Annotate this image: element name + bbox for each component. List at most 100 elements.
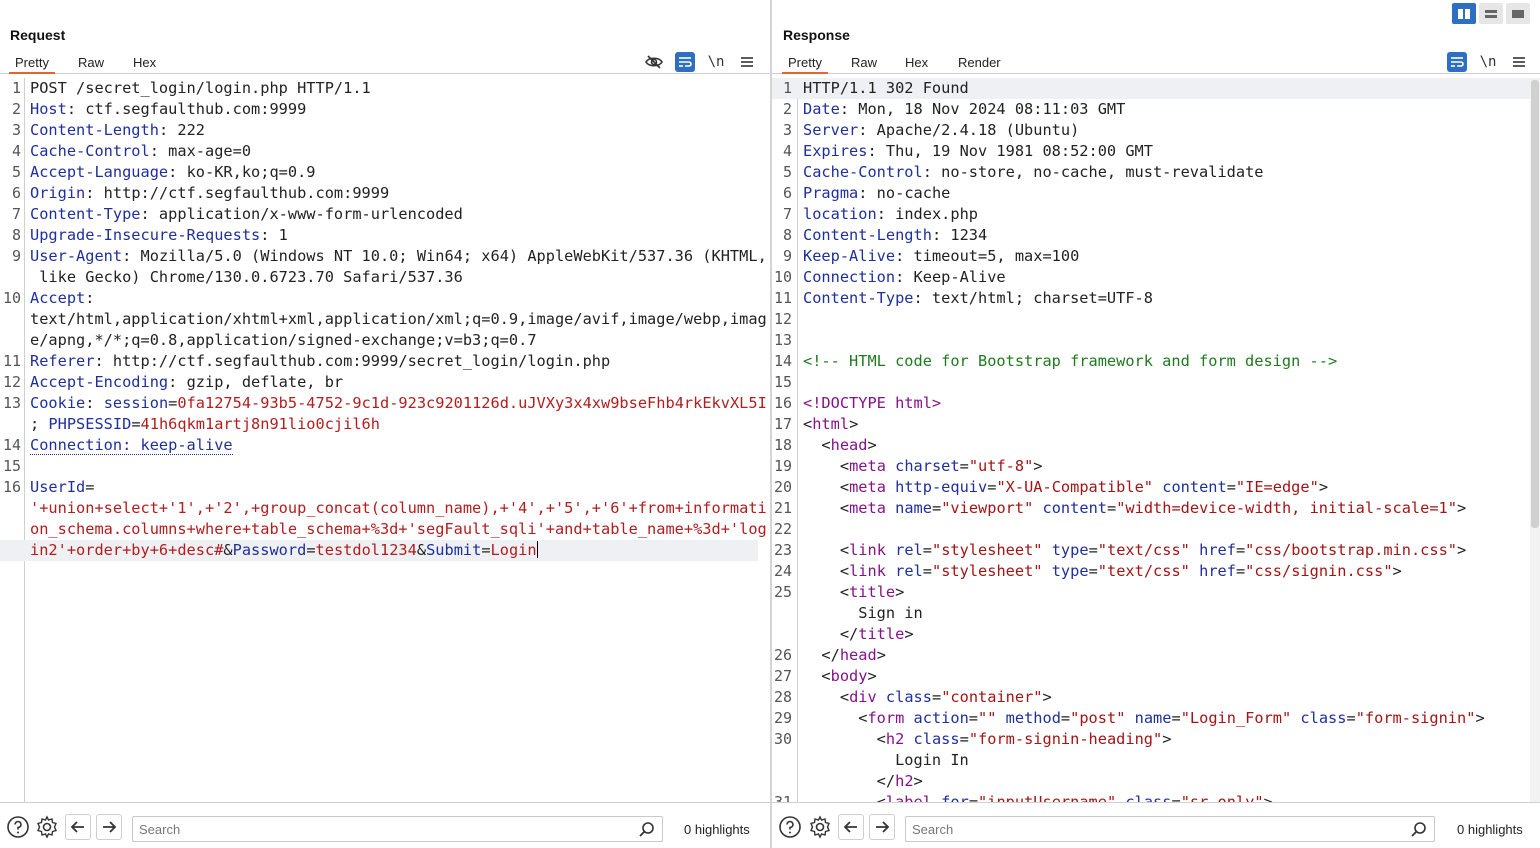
- response-line[interactable]: 7 location: index.php: [772, 204, 1540, 225]
- request-line[interactable]: 5 Accept-Language: ko-KR,ko;q=0.9: [0, 162, 770, 183]
- response-menu-button[interactable]: [1509, 52, 1529, 72]
- response-line[interactable]: 6 Pragma: no-cache: [772, 183, 1540, 204]
- response-line[interactable]: 4 Expires: Thu, 19 Nov 1981 08:52:00 GMT: [772, 141, 1540, 162]
- request-tab-raw[interactable]: Raw: [72, 55, 110, 74]
- response-scrollbar[interactable]: [1530, 78, 1540, 802]
- request-line[interactable]: '+union+select+'1',+'2',+group_concat(co…: [0, 498, 770, 519]
- search-icon[interactable]: [638, 821, 656, 839]
- request-line[interactable]: 7 Content-Type: application/x-www-form-ur…: [0, 204, 770, 225]
- response-line[interactable]: 29 <form action="" method="post" name="L…: [772, 708, 1540, 729]
- request-line[interactable]: 1 POST /secret_login/login.php HTTP/1.1: [0, 78, 770, 99]
- response-tab-hex[interactable]: Hex: [899, 55, 934, 74]
- response-line[interactable]: 21 <meta name="viewport" content="width=…: [772, 498, 1540, 519]
- request-line[interactable]: 14 Connection: keep-alive: [0, 435, 770, 456]
- response-line[interactable]: 15: [772, 372, 1540, 393]
- request-line[interactable]: 2 Host: ctf.segfaulthub.com:9999: [0, 99, 770, 120]
- response-editor[interactable]: 1 HTTP/1.1 302 Found 2 Date: Mon, 18 Nov 20…: [772, 78, 1540, 802]
- response-line[interactable]: Sign in: [772, 603, 1540, 624]
- request-menu-button[interactable]: [737, 52, 757, 72]
- request-line[interactable]: in2'+order+by+6+desc#&Password=testdol12…: [0, 540, 758, 561]
- code-token: Content-Length: [30, 121, 159, 139]
- request-search-input[interactable]: [139, 820, 619, 838]
- request-line[interactable]: 16 UserId=: [0, 477, 770, 498]
- code-token: meta: [849, 499, 886, 517]
- show-newlines-toggle[interactable]: \n: [706, 52, 726, 72]
- response-line[interactable]: 20 <meta http-equiv = "X-UA-Compatible" co…: [772, 477, 1540, 498]
- request-line[interactable]: 15: [0, 456, 770, 477]
- request-editor[interactable]: 1 POST /secret_login/login.php HTTP/1.1 2 H…: [0, 78, 770, 802]
- code-token: : timeout=5, max=100: [895, 247, 1080, 265]
- response-tab-raw[interactable]: Raw: [845, 55, 883, 74]
- response-back-button[interactable]: [838, 814, 864, 840]
- layout-tabs-button[interactable]: [1506, 3, 1530, 24]
- request-tab-pretty[interactable]: Pretty: [9, 55, 55, 74]
- request-line[interactable]: 11 Referer: http://ctf.segfaulthub.com:99…: [0, 351, 770, 372]
- hide-non-printing-toggle[interactable]: [644, 52, 664, 72]
- request-line[interactable]: 3 Content-Length: 222: [0, 120, 770, 141]
- layout-stacked-button[interactable]: [1479, 3, 1503, 24]
- response-line[interactable]: 13: [772, 330, 1540, 351]
- response-show-newlines-toggle[interactable]: \n: [1478, 52, 1498, 72]
- response-line[interactable]: 14 <!-- HTML code for Bootstrap framework…: [772, 351, 1540, 372]
- line-code: Expires: Thu, 19 Nov 1981 08:52:00 GMT: [803, 141, 1153, 162]
- response-line[interactable]: 18 <head>: [772, 435, 1540, 456]
- response-line[interactable]: 23 <link rel="stylesheet" type="text/css…: [772, 540, 1540, 561]
- response-tab-render[interactable]: Render: [952, 55, 1007, 74]
- code-token: >: [1042, 688, 1052, 706]
- code-token: "IE=edge": [1235, 478, 1319, 496]
- request-line[interactable]: 4 Cache-Control: max-age=0: [0, 141, 770, 162]
- request-forward-button[interactable]: [96, 814, 122, 840]
- request-line[interactable]: 10 Accept:: [0, 288, 770, 309]
- response-line[interactable]: 1 HTTP/1.1 302 Found: [772, 78, 1540, 99]
- request-line[interactable]: 13 Cookie: session=0fa12754-93b5-4752-9c1…: [0, 393, 770, 414]
- word-wrap-toggle[interactable]: [675, 52, 695, 72]
- response-line[interactable]: 28 <div class="container">: [772, 687, 1540, 708]
- response-line[interactable]: 26 </head>: [772, 645, 1540, 666]
- code-token: =: [85, 478, 95, 496]
- response-line[interactable]: 17 <html>: [772, 414, 1540, 435]
- request-line[interactable]: like Gecko) Chrome/130.0.6723.70 Safari/…: [0, 267, 770, 288]
- response-line[interactable]: 19 <meta charset="utf-8">: [772, 456, 1540, 477]
- response-line[interactable]: Login In: [772, 750, 1540, 771]
- request-help-button[interactable]: [5, 814, 31, 840]
- request-line[interactable]: 12 Accept-Encoding: gzip, deflate, br: [0, 372, 770, 393]
- layout-side-by-side-button[interactable]: [1452, 3, 1476, 24]
- response-line[interactable]: 11 Content-Type: text/html; charset=UTF-8: [772, 288, 1540, 309]
- request-settings-button[interactable]: [34, 814, 60, 840]
- search-icon[interactable]: [1410, 821, 1428, 839]
- response-line[interactable]: 22: [772, 519, 1540, 540]
- response-line[interactable]: </h2>: [772, 771, 1540, 792]
- request-line[interactable]: e/apng,*/*;q=0.8,application/signed-exch…: [0, 330, 770, 351]
- response-settings-button[interactable]: [807, 814, 833, 840]
- response-line[interactable]: 2 Date: Mon, 18 Nov 2024 08:11:03 GMT: [772, 99, 1540, 120]
- response-line[interactable]: 27 <body>: [772, 666, 1540, 687]
- request-line[interactable]: 6 Origin: http://ctf.segfaulthub.com:9999: [0, 183, 770, 204]
- response-scrollbar-thumb[interactable]: [1531, 80, 1539, 528]
- response-line[interactable]: 24 <link rel="stylesheet" type="text/css…: [772, 561, 1540, 582]
- code-token: "css/signin.css": [1245, 562, 1393, 580]
- response-line[interactable]: 5 Cache-Control: no-store, no-cache, must…: [772, 162, 1540, 183]
- request-line[interactable]: text/html,application/xhtml+xml,applicat…: [0, 309, 770, 330]
- request-line[interactable]: ; PHPSESSID=41h6qkm1artj8n91lio0cjil6h: [0, 414, 770, 435]
- response-line[interactable]: 25 <title>: [772, 582, 1540, 603]
- response-tab-pretty[interactable]: Pretty: [782, 55, 828, 74]
- request-line[interactable]: 9 User-Agent: Mozilla/5.0 (Windows NT 10.…: [0, 246, 770, 267]
- response-line[interactable]: 8 Content-Length: 1234: [772, 225, 1540, 246]
- response-line[interactable]: 9 Keep-Alive: timeout=5, max=100: [772, 246, 1540, 267]
- request-line[interactable]: on_schema.columns+where+table_schema+%3d…: [0, 519, 770, 540]
- request-line[interactable]: 8 Upgrade-Insecure-Requests: 1: [0, 225, 770, 246]
- response-line[interactable]: 31 <label for="inputUsername" class="sr-…: [772, 792, 1540, 802]
- request-tab-hex[interactable]: Hex: [127, 55, 162, 74]
- response-line[interactable]: 12: [772, 309, 1540, 330]
- response-forward-button[interactable]: [869, 814, 895, 840]
- response-word-wrap-toggle[interactable]: [1447, 52, 1467, 72]
- response-line[interactable]: 30 <h2 class="form-signin-heading">: [772, 729, 1540, 750]
- response-line[interactable]: 10 Connection: Keep-Alive: [772, 267, 1540, 288]
- request-back-button[interactable]: [65, 814, 91, 840]
- response-line[interactable]: 3 Server: Apache/2.4.18 (Ubuntu): [772, 120, 1540, 141]
- response-search-input[interactable]: [912, 820, 1392, 838]
- response-line[interactable]: 16 <!DOCTYPE html>: [772, 393, 1540, 414]
- response-help-button[interactable]: [777, 814, 803, 840]
- response-line[interactable]: </title>: [772, 624, 1540, 645]
